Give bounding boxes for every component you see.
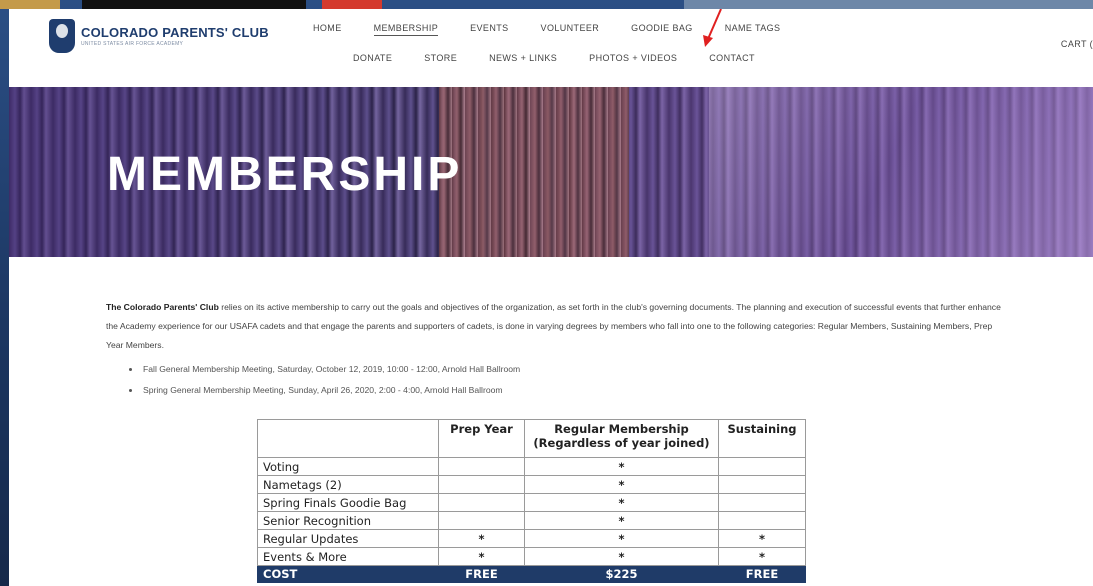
cost-sustaining: FREE xyxy=(718,565,806,583)
intro-paragraph: The Colorado Parents' Club relies on its… xyxy=(106,298,1006,355)
hero-banner: MEMBERSHIP xyxy=(9,87,1093,257)
membership-table: Prep Year Regular Membership (Regardless… xyxy=(257,419,806,583)
logo-subtitle: UNITED STATES AIR FORCE ACADEMY xyxy=(81,41,184,47)
cost-label: COST xyxy=(257,565,439,583)
table-header: Sustaining xyxy=(718,419,806,458)
cost-row: COST FREE $225 FREE xyxy=(257,565,806,583)
list-item: Spring General Membership Meeting, Sunda… xyxy=(129,380,520,401)
table-cell: Spring Finals Goodie Bag xyxy=(257,493,439,512)
table-cell xyxy=(718,511,806,530)
nav-membership[interactable]: MEMBERSHIP xyxy=(373,23,439,36)
cost-prep-year: FREE xyxy=(438,565,525,583)
backdrop-strip xyxy=(684,0,1093,9)
table-cell: * xyxy=(524,547,719,566)
table-row: Events & More * * * xyxy=(257,547,806,566)
table-cell: * xyxy=(438,529,525,548)
table-cell: Regular Updates xyxy=(257,529,439,548)
table-cell: * xyxy=(718,529,806,548)
table-cell: Nametags (2) xyxy=(257,475,439,494)
site-logo[interactable]: COLORADO PARENTS' CLUB UNITED STATES AIR… xyxy=(49,19,269,53)
falcon-crest-icon xyxy=(49,19,75,53)
table-header: Regular Membership (Regardless of year j… xyxy=(524,419,719,458)
table-row: Senior Recognition * xyxy=(257,511,806,530)
table-cell xyxy=(718,475,806,494)
table-row: Spring Finals Goodie Bag * xyxy=(257,493,806,512)
table-header xyxy=(257,419,439,458)
table-cell: * xyxy=(524,457,719,476)
browser-page: COLORADO PARENTS' CLUB UNITED STATES AIR… xyxy=(9,9,1093,586)
table-cell xyxy=(438,511,525,530)
table-row: Nametags (2) * xyxy=(257,475,806,494)
logo-title: COLORADO PARENTS' CLUB xyxy=(81,25,269,40)
org-name: The Colorado Parents' Club xyxy=(106,302,219,312)
table-cell: Events & More xyxy=(257,547,439,566)
backdrop-strip xyxy=(82,0,306,9)
cart-link[interactable]: CART ( xyxy=(1061,39,1093,49)
meetings-list: Fall General Membership Meeting, Saturda… xyxy=(129,359,520,401)
table-cell xyxy=(718,457,806,476)
table-cell: * xyxy=(524,475,719,494)
nav-volunteer[interactable]: VOLUNTEER xyxy=(541,23,600,36)
table-row: Voting * xyxy=(257,457,806,476)
table-cell: Voting xyxy=(257,457,439,476)
nav-donate[interactable]: DONATE xyxy=(353,53,392,63)
nav-events[interactable]: EVENTS xyxy=(470,23,508,36)
table-cell xyxy=(718,493,806,512)
nav-home[interactable]: HOME xyxy=(313,23,342,36)
backdrop-strip xyxy=(0,0,60,9)
backdrop-strip xyxy=(322,0,382,9)
cost-regular: $225 xyxy=(524,565,719,583)
nav-name-tags[interactable]: NAME TAGS xyxy=(725,23,781,36)
main-nav-row-1: HOME MEMBERSHIP EVENTS VOLUNTEER GOODIE … xyxy=(313,23,812,36)
site-header: COLORADO PARENTS' CLUB UNITED STATES AIR… xyxy=(9,9,1093,87)
table-cell xyxy=(438,457,525,476)
table-cell xyxy=(438,475,525,494)
intro-text: relies on its active membership to carry… xyxy=(106,302,1001,350)
nav-news-links[interactable]: NEWS + LINKS xyxy=(489,53,557,63)
nav-store[interactable]: STORE xyxy=(424,53,457,63)
page-title: MEMBERSHIP xyxy=(107,148,463,201)
list-item: Fall General Membership Meeting, Saturda… xyxy=(129,359,520,380)
table-header: Prep Year xyxy=(438,419,525,458)
annotation-arrow-icon xyxy=(703,9,722,47)
table-cell: * xyxy=(524,529,719,548)
nav-goodie-bag[interactable]: GOODIE BAG xyxy=(631,23,693,36)
table-cell: Senior Recognition xyxy=(257,511,439,530)
table-cell xyxy=(438,493,525,512)
table-row: Regular Updates * * * xyxy=(257,529,806,548)
table-header-row: Prep Year Regular Membership (Regardless… xyxy=(257,419,806,458)
table-cell: * xyxy=(438,547,525,566)
nav-contact[interactable]: CONTACT xyxy=(709,53,755,63)
nav-photos-videos[interactable]: PHOTOS + VIDEOS xyxy=(589,53,677,63)
table-cell: * xyxy=(718,547,806,566)
main-nav-row-2: DONATE STORE NEWS + LINKS PHOTOS + VIDEO… xyxy=(353,53,787,63)
table-cell: * xyxy=(524,511,719,530)
table-cell: * xyxy=(524,493,719,512)
